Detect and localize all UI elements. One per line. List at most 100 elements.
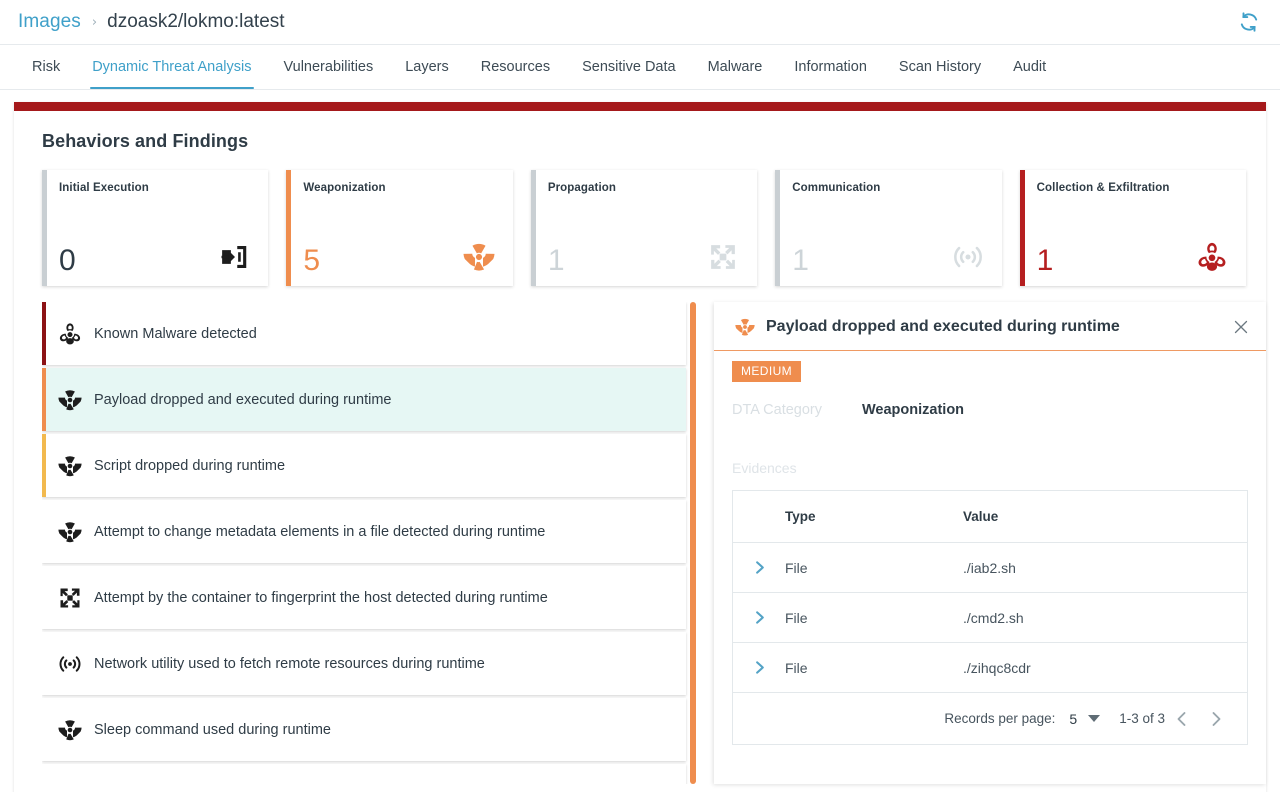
detail-title: Payload dropped and executed during runt…: [766, 318, 1120, 335]
finding-detail-panel: Payload dropped and executed during runt…: [714, 302, 1266, 784]
card-label: Weaponization: [303, 182, 386, 194]
findings-scrollbar[interactable]: [690, 302, 696, 784]
finding-label: Script dropped during runtime: [94, 457, 286, 474]
breadcrumb-separator-icon: ›: [91, 14, 98, 30]
card-count: 1: [1036, 244, 1054, 277]
behaviors-panel: Behaviors and Findings Initial Execution…: [14, 102, 1266, 792]
finding-label: Sleep command used during runtime: [94, 721, 331, 738]
chevron-right-icon[interactable]: [733, 560, 785, 575]
card-communication[interactable]: Communication 1: [775, 170, 1002, 286]
evidences-heading: Evidences: [732, 460, 797, 476]
list-item[interactable]: Known Malware detected: [42, 302, 686, 365]
category-cards: Initial Execution 0 Weaponization 5 Prop…: [14, 152, 1266, 286]
chevron-right-icon[interactable]: [733, 610, 785, 625]
card-count: 0: [59, 244, 76, 277]
card-count: 1: [547, 244, 565, 277]
page-title: Behaviors and Findings: [42, 131, 249, 151]
column-header-value: Value: [963, 509, 999, 524]
chevron-right-icon[interactable]: [1199, 702, 1233, 736]
evidence-value: ./iab2.sh: [963, 559, 1016, 576]
card-label: Initial Execution: [59, 182, 149, 194]
tab-risk[interactable]: Risk: [16, 45, 76, 89]
table-row[interactable]: File ./iab2.sh: [733, 543, 1247, 593]
dta-category-value: Weaponization: [862, 402, 965, 418]
dta-category-row: DTA Category Weaponization: [732, 402, 1266, 418]
radioactive-icon: [46, 388, 94, 412]
tab-layers[interactable]: Layers: [389, 45, 465, 89]
finding-label: Attempt to change metadata elements in a…: [94, 523, 546, 540]
radioactive-icon: [459, 238, 499, 276]
card-label: Collection & Exfiltration: [1036, 182, 1170, 194]
evidence-type: File: [785, 609, 808, 626]
status-badge: MEDIUM: [732, 361, 802, 382]
column-header-type: Type: [785, 509, 816, 524]
biohazard-icon: [46, 322, 94, 346]
chevron-right-icon[interactable]: [733, 660, 785, 675]
card-label: Propagation: [547, 182, 616, 194]
records-per-page-value: 5: [1069, 710, 1078, 727]
broadcast-icon: [46, 652, 94, 676]
login-enter-icon: [214, 238, 254, 276]
finding-label: Payload dropped and executed during runt…: [94, 391, 392, 408]
table-pagination: Records per page: 5 1-3 of 3: [733, 693, 1247, 745]
radioactive-icon: [732, 317, 758, 337]
breadcrumb-bar: Images › dzoask2/lokmo:latest: [0, 0, 1280, 45]
detail-header: Payload dropped and executed during runt…: [714, 302, 1266, 351]
tab-resources[interactable]: Resources: [465, 45, 566, 89]
tab-vulnerabilities[interactable]: Vulnerabilities: [268, 45, 390, 89]
biohazard-icon: [1192, 238, 1232, 276]
evidence-value: ./cmd2.sh: [963, 609, 1024, 626]
card-label: Communication: [792, 182, 881, 194]
card-initial-execution[interactable]: Initial Execution 0: [42, 170, 269, 286]
findings-list-scroll: Known Malware detected Payload dropped a…: [42, 302, 696, 784]
list-item[interactable]: Attempt to change metadata elements in a…: [42, 500, 686, 563]
evidence-value: ./zihqc8cdr: [963, 659, 1031, 676]
card-weaponization[interactable]: Weaponization 5: [286, 170, 513, 286]
card-count: 1: [792, 244, 809, 277]
fingerprint-expand-icon: [46, 586, 94, 610]
list-item[interactable]: Sleep command used during runtime: [42, 698, 686, 761]
radioactive-icon: [46, 784, 94, 785]
chevron-left-icon[interactable]: [1165, 702, 1199, 736]
records-per-page-label: Records per page:: [944, 711, 1056, 726]
list-item[interactable]: Usage of hidden file or directory detect…: [42, 764, 686, 784]
tab-sensitive-data[interactable]: Sensitive Data: [566, 45, 692, 89]
table-row[interactable]: File ./cmd2.sh: [733, 593, 1247, 643]
list-item[interactable]: Attempt by the container to fingerprint …: [42, 566, 686, 629]
findings-list: Known Malware detected Payload dropped a…: [42, 302, 696, 784]
breadcrumb-current-image: dzoask2/lokmo:latest: [107, 11, 285, 32]
pagination-range: 1-3 of 3: [1119, 711, 1165, 726]
fingerprint-expand-icon: [703, 238, 743, 276]
tab-scan-history[interactable]: Scan History: [883, 45, 997, 89]
tab-audit[interactable]: Audit: [997, 45, 1062, 89]
finding-label: Network utility used to fetch remote res…: [94, 655, 485, 672]
caret-down-icon: [1087, 710, 1101, 728]
dta-category-label: DTA Category: [732, 402, 822, 418]
finding-label: Attempt by the container to fingerprint …: [94, 589, 548, 606]
tab-dynamic-threat-analysis[interactable]: Dynamic Threat Analysis: [76, 45, 267, 89]
radioactive-icon: [46, 454, 94, 478]
records-per-page-select[interactable]: 5: [1069, 710, 1101, 728]
evidence-type: File: [785, 659, 808, 676]
close-icon[interactable]: [1230, 316, 1252, 338]
radioactive-icon: [46, 718, 94, 742]
severity-accent-bar: [42, 764, 46, 784]
evidences-table: Type Value File ./iab2.sh File ./cmd2.sh…: [732, 490, 1248, 745]
card-collection-exfiltration[interactable]: Collection & Exfiltration 1: [1019, 170, 1247, 286]
breadcrumb-images-link[interactable]: Images: [18, 11, 81, 33]
tab-information[interactable]: Information: [778, 45, 883, 89]
card-count: 5: [303, 244, 321, 277]
findings-scrollbar-thumb[interactable]: [690, 302, 696, 784]
list-item[interactable]: Network utility used to fetch remote res…: [42, 632, 686, 695]
list-item[interactable]: Payload dropped and executed during runt…: [42, 368, 686, 431]
evidence-type: File: [785, 559, 808, 576]
table-header-row: Type Value: [733, 491, 1247, 543]
broadcast-icon: [948, 238, 988, 276]
refresh-icon[interactable]: [1234, 7, 1264, 37]
tab-malware[interactable]: Malware: [692, 45, 779, 89]
radioactive-icon: [46, 520, 94, 544]
card-propagation[interactable]: Propagation 1: [530, 170, 758, 286]
list-item[interactable]: Script dropped during runtime: [42, 434, 686, 497]
findings-content: Known Malware detected Payload dropped a…: [14, 286, 1266, 792]
table-row[interactable]: File ./zihqc8cdr: [733, 643, 1247, 693]
